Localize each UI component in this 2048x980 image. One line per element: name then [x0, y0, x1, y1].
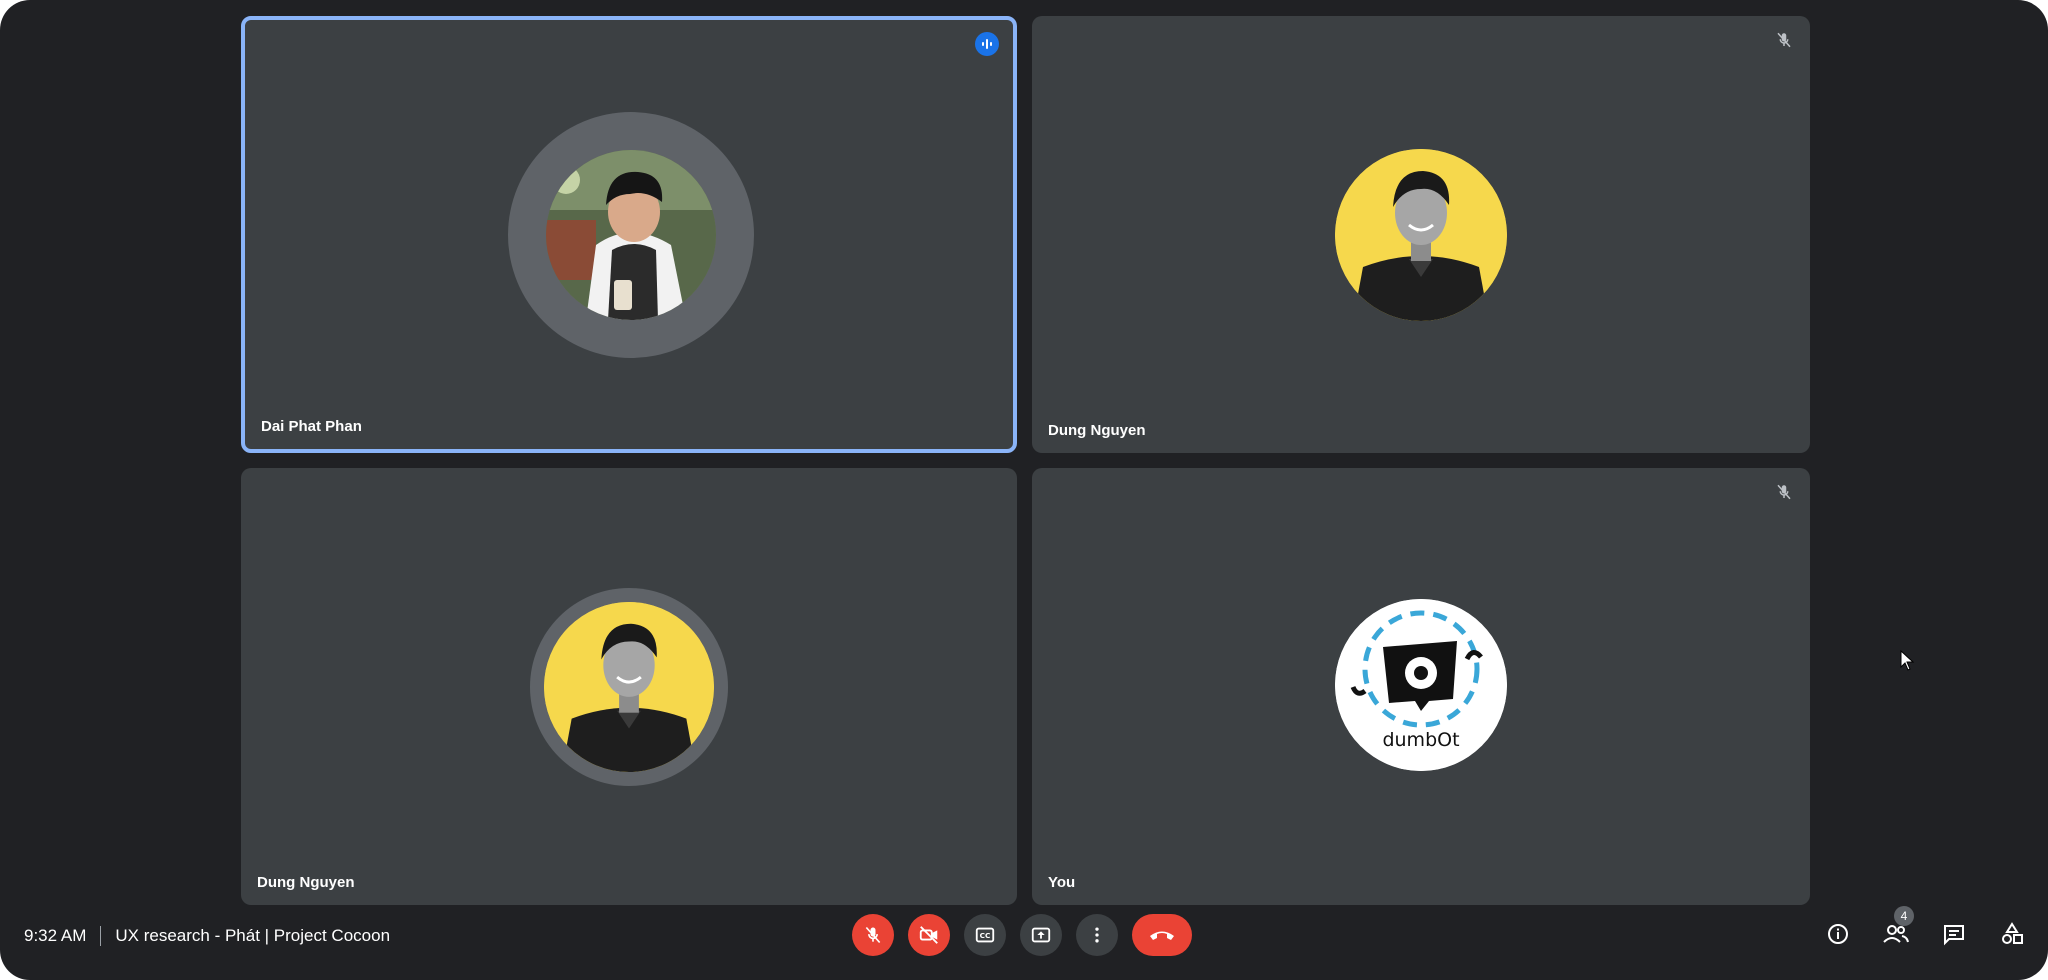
avatar: [1335, 149, 1507, 321]
videocam-off-icon: [919, 926, 938, 944]
activities-icon: [2002, 922, 2023, 944]
more-options-button[interactable]: [1076, 914, 1118, 956]
participant-tile[interactable]: Dung Nguyen: [1032, 16, 1810, 453]
call-controls: CC: [852, 914, 1192, 956]
participant-name: You: [1048, 874, 1076, 891]
participant-name: Dung Nguyen: [257, 874, 355, 891]
mouse-cursor-icon: [1900, 649, 1916, 677]
leave-call-button[interactable]: [1132, 914, 1192, 956]
mic-off-button[interactable]: [852, 914, 894, 956]
avatar: [546, 150, 716, 320]
participant-tile[interactable]: dumbOt You: [1032, 468, 1810, 905]
mic-off-icon: [865, 926, 881, 944]
divider: [100, 926, 102, 946]
participant-tile[interactable]: Dung Nguyen: [241, 468, 1017, 905]
present-button[interactable]: [1020, 914, 1062, 956]
camera-off-button[interactable]: [908, 914, 950, 956]
more-vert-icon: [1095, 927, 1099, 943]
present-screen-icon: [1031, 927, 1051, 943]
avatar-ring: [508, 112, 754, 358]
avatar: [544, 602, 714, 772]
closed-caption-icon: CC: [975, 927, 995, 943]
meeting-details-button[interactable]: [1820, 916, 1856, 952]
meet-window: Dai Phat Phan Dung Nguyen Dung Nguyen du…: [0, 0, 2048, 980]
call-end-icon: [1150, 931, 1174, 940]
mic-off-icon: [1770, 478, 1798, 506]
svg-text:CC: CC: [980, 931, 991, 940]
participant-count-badge: 4: [1894, 906, 1914, 926]
captions-button[interactable]: CC: [964, 914, 1006, 956]
meeting-title: UX research - Phát | Project Cocoon: [115, 926, 391, 945]
info-icon: [1828, 924, 1848, 944]
chat-button[interactable]: [1936, 916, 1972, 952]
people-button[interactable]: 4: [1878, 906, 1914, 952]
speaking-indicator-icon: [973, 30, 1001, 58]
participant-name: Dung Nguyen: [1048, 422, 1146, 439]
dumbot-logo-avatar: dumbOt: [1335, 599, 1507, 771]
activities-button[interactable]: [1994, 916, 2030, 952]
logo-text: dumbOt: [1382, 729, 1460, 751]
participant-name: Dai Phat Phan: [261, 418, 362, 435]
meeting-info: 9:32 AM UX research - Phát | Project Coc…: [24, 926, 390, 946]
bottom-toolbar: 9:32 AM UX research - Phát | Project Coc…: [0, 900, 2048, 980]
side-panel-controls: 4: [1820, 906, 2030, 952]
participant-tile[interactable]: Dai Phat Phan: [241, 16, 1017, 453]
chat-icon: [1944, 925, 1964, 946]
avatar-ring: [530, 588, 728, 786]
clock-time: 9:32 AM: [24, 926, 87, 945]
mic-off-icon: [1770, 26, 1798, 54]
